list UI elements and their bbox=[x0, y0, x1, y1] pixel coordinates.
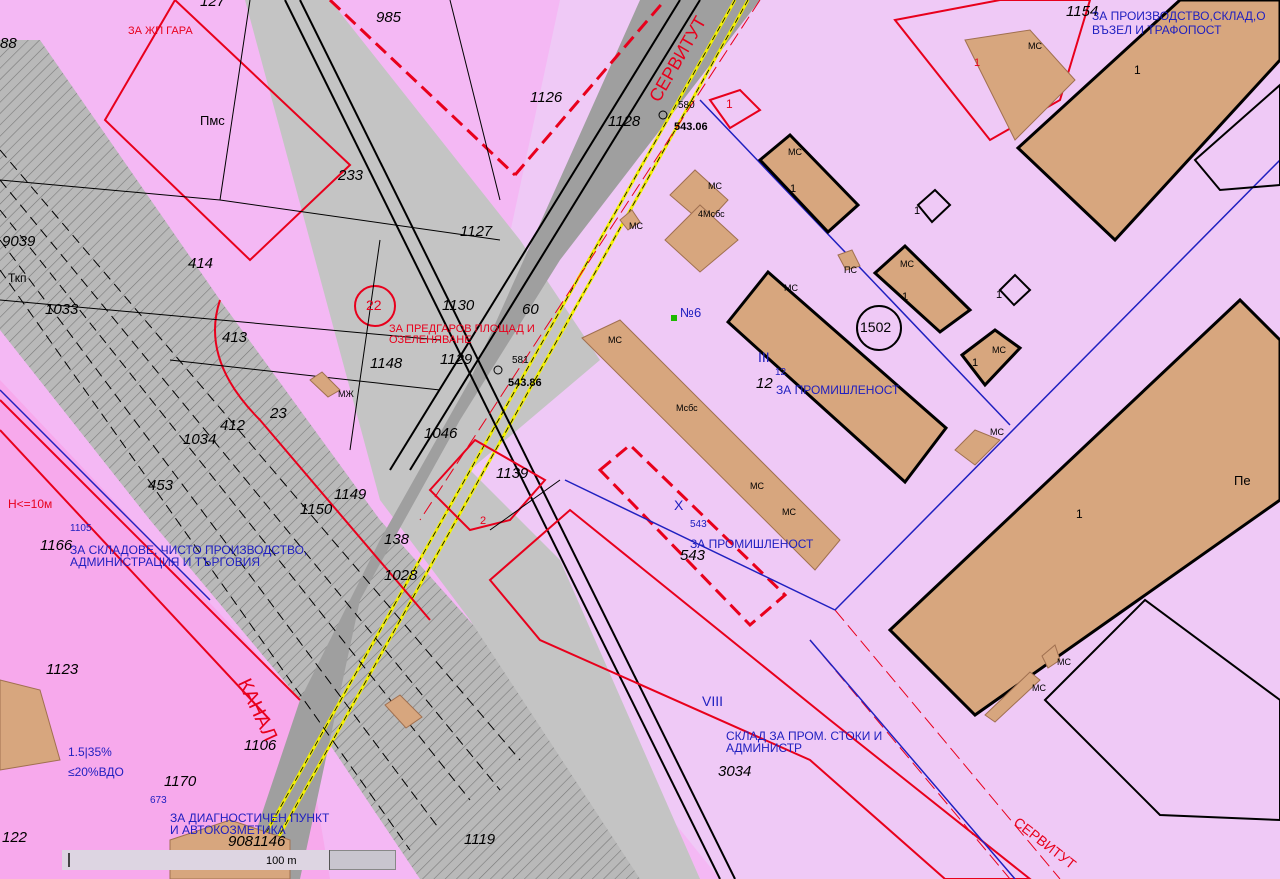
zone-roman: X bbox=[674, 497, 684, 513]
parcel-number: 138 bbox=[384, 531, 410, 548]
building-floors: 1 bbox=[902, 291, 909, 303]
survey-point: 580 bbox=[678, 100, 695, 111]
parcel-number: 1123 bbox=[46, 661, 79, 678]
parcel-number: 1170 bbox=[164, 773, 197, 790]
parcel-number: 1150 bbox=[300, 501, 333, 518]
parcel-number: 60 bbox=[522, 301, 539, 318]
parcel-number: 985 bbox=[376, 9, 402, 26]
parcel-number: 412 bbox=[220, 417, 246, 434]
point-label: №6 bbox=[680, 305, 702, 320]
zone-label: СКЛАД ЗА ПРОМ. СТОКИ И АДМИНИСТР bbox=[726, 729, 883, 755]
parcel-number: 88 bbox=[0, 35, 17, 52]
zone-roman: VIII bbox=[702, 693, 724, 709]
parcel-number: 127 bbox=[200, 0, 226, 10]
scale-bar-label: 100 m bbox=[266, 855, 297, 867]
zone-label: ВЪЗЕЛ И ТРАФОПОСТ bbox=[1092, 23, 1222, 37]
elevation: 543.06 bbox=[674, 121, 708, 133]
zone-label: ЗА ПРЕДГАРОВ ПЛОЩАД И ОЗЕЛЕНЯВАНЕ bbox=[389, 323, 535, 346]
zone-label: H<=10м bbox=[8, 497, 53, 511]
zone-label: ЗА ЖП ГАРА bbox=[128, 25, 193, 37]
parcel-subnumber: 1 bbox=[726, 97, 733, 111]
building-type: МС bbox=[1057, 657, 1071, 667]
parcel-number: 1130 bbox=[442, 297, 475, 314]
parcel-number: 1033 bbox=[45, 301, 79, 318]
parcel-number: 1126 bbox=[530, 89, 563, 106]
building-type: МС bbox=[629, 221, 643, 231]
parcel-number: 1128 bbox=[608, 113, 641, 130]
building-floors: 1 bbox=[972, 357, 979, 369]
scale-bar-tick bbox=[68, 853, 70, 867]
building-floors: 1 bbox=[1076, 507, 1083, 521]
parcel-number: 414 bbox=[188, 255, 214, 272]
parcel-number: 1046 bbox=[424, 425, 458, 442]
building-type: МС bbox=[1028, 41, 1042, 51]
parcel-number: 413 bbox=[222, 329, 248, 346]
zone-label: ЗА ПРОМИШЛЕНОСТ bbox=[690, 537, 814, 551]
zone-label: Ткп bbox=[8, 271, 27, 285]
zone-label: ЗА ДИАГНОСТИЧЕН ПУНКТ И АВТОКОЗМЕТИКА bbox=[170, 811, 330, 837]
parcel-number: 453 bbox=[148, 477, 174, 494]
parcel-number: 12 bbox=[756, 375, 773, 392]
building-type: МС bbox=[608, 335, 622, 345]
zone-label: Пмс bbox=[200, 113, 225, 128]
zone-number: 673 bbox=[150, 795, 167, 806]
zone-label: ЗА СКЛАДОВЕ, ЧИСТО ПРОИЗВОДСТВО, АДМИНИС… bbox=[70, 543, 308, 569]
parcel-number: 1148 bbox=[370, 355, 403, 372]
parcel-subnumber: 2 bbox=[480, 515, 487, 527]
building-type: МС bbox=[784, 283, 798, 293]
zone-roman: III bbox=[758, 349, 770, 365]
scale-bar: 100 m bbox=[62, 850, 396, 870]
building-type: МС bbox=[990, 427, 1004, 437]
zone-number: 543 bbox=[690, 519, 707, 530]
parcel-number: 1127 bbox=[460, 223, 493, 240]
building-type: МС bbox=[782, 507, 796, 517]
parcel-number: 3034 bbox=[718, 763, 752, 780]
cadastral-map[interactable]: 985 1126 1128 1154 233 414 413 1127 1130… bbox=[0, 0, 1280, 879]
building-floors: 1 bbox=[996, 289, 1003, 301]
zone-number: 22 bbox=[366, 297, 382, 313]
building-type: Пе bbox=[1234, 473, 1251, 488]
building-floors: 1 bbox=[914, 205, 921, 217]
building-floors: 1 bbox=[1134, 63, 1141, 77]
parcel-number: 9039 bbox=[2, 233, 36, 250]
parcel-number: 233 bbox=[338, 167, 364, 184]
zone-label: 1.5|35% bbox=[68, 745, 112, 759]
parcel-number: 1119 bbox=[464, 831, 496, 848]
zone-label: ≤20%ВДО bbox=[68, 765, 124, 779]
parcel-number: 122 bbox=[2, 829, 28, 846]
building-type: МС bbox=[992, 345, 1006, 355]
building-type: МС bbox=[1032, 683, 1046, 693]
parcel-number: 1129 bbox=[440, 351, 473, 368]
parcel-number: 1149 bbox=[334, 486, 367, 503]
parcel-number: 1034 bbox=[183, 431, 217, 448]
zone-number: 12 bbox=[775, 367, 787, 378]
parcel-subnumber: 1 bbox=[974, 57, 981, 69]
building-type: Мсбс bbox=[676, 403, 698, 413]
survey-point: 581 bbox=[512, 355, 529, 366]
zone-label: ЗА ПРОИЗВОДСТВО,СКЛАД,О bbox=[1092, 9, 1266, 23]
building-type: МС bbox=[708, 181, 722, 191]
zone-number: 1502 bbox=[860, 319, 892, 335]
parcel-number: 1028 bbox=[384, 567, 418, 584]
building-type: МС bbox=[900, 259, 914, 269]
building-type: МЖ bbox=[338, 389, 354, 399]
elevation: 543.86 bbox=[508, 377, 542, 389]
parcel-number: 1166 bbox=[40, 537, 73, 554]
zone-label: ЗА ПРОМИШЛЕНОСТ bbox=[776, 383, 900, 397]
building-floors: 1 bbox=[790, 183, 797, 195]
zone-number: 1105 bbox=[70, 523, 92, 534]
parcel-number: 23 bbox=[270, 405, 287, 422]
building-type: ПС bbox=[844, 265, 857, 275]
building-type: 4Мсбс bbox=[698, 209, 725, 219]
building-type: МС bbox=[788, 147, 802, 157]
building-type: МС bbox=[750, 481, 764, 491]
parcel-number: 1139 bbox=[496, 465, 529, 482]
